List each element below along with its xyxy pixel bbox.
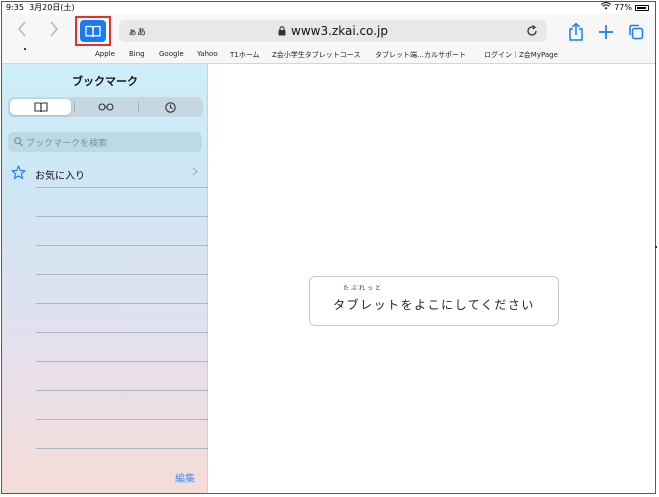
segment-divider bbox=[138, 102, 139, 112]
book-icon bbox=[33, 101, 48, 112]
address-bar[interactable]: ぁあ www3.zkai.co.jp bbox=[119, 20, 547, 42]
favorite-link[interactable]: ログイン｜Z会MyPage bbox=[484, 50, 558, 60]
url-display: www3.zkai.co.jp bbox=[119, 24, 547, 39]
sidebar-title: ブックマーク bbox=[72, 75, 138, 88]
share-button[interactable] bbox=[567, 22, 585, 42]
search-icon bbox=[14, 137, 23, 147]
battery-percent: 77% bbox=[614, 3, 632, 12]
search-placeholder: ブックマークを検索 bbox=[26, 139, 108, 149]
battery-icon bbox=[635, 5, 649, 11]
favorite-link[interactable]: Apple bbox=[95, 50, 115, 58]
edit-button[interactable]: 編集 bbox=[175, 470, 195, 485]
url-text: www3.zkai.co.jp bbox=[291, 24, 388, 38]
empty-row bbox=[2, 217, 208, 246]
empty-row bbox=[2, 304, 208, 333]
chevron-right-icon bbox=[192, 167, 198, 179]
bookmark-search-input[interactable]: ブックマークを検索 bbox=[8, 132, 202, 152]
tab-reading-list[interactable] bbox=[75, 99, 136, 115]
empty-row bbox=[2, 188, 208, 217]
sidebar-segmented-control bbox=[8, 97, 203, 117]
favorites-label: お気に入り bbox=[35, 171, 85, 182]
browser-toolbar: ぁあ www3.zkai.co.jp bbox=[2, 14, 655, 48]
favorite-link[interactable]: タブレット端…カルサポート bbox=[375, 50, 466, 60]
bookmarks-sidebar: ブックマーク ブックマークを検索 お気に入り 編集 bbox=[2, 64, 208, 493]
new-tab-button[interactable] bbox=[598, 22, 614, 42]
book-icon bbox=[80, 20, 106, 42]
glasses-icon bbox=[97, 103, 114, 111]
bookmark-list: お気に入り bbox=[2, 159, 208, 449]
empty-row bbox=[2, 333, 208, 362]
edge-mark bbox=[655, 246, 657, 248]
status-time: 9:35 3月20日(土) bbox=[6, 3, 75, 12]
favorite-link[interactable]: Google bbox=[159, 50, 184, 58]
empty-row bbox=[2, 362, 208, 391]
tabs-overview-button[interactable] bbox=[627, 22, 645, 42]
empty-row bbox=[2, 420, 208, 449]
share-icon bbox=[569, 22, 583, 41]
rotate-notice: たぶれっと タブレットをよこにしてください bbox=[309, 276, 559, 326]
plus-icon bbox=[599, 25, 613, 39]
status-indicators: 77% bbox=[601, 2, 649, 14]
chevron-right-icon bbox=[50, 21, 59, 37]
tab-history[interactable] bbox=[140, 99, 201, 115]
favorites-bar: Apple Bing Google Yahoo T1ホーム Z会小学生タブレット… bbox=[2, 48, 655, 64]
favorite-link[interactable]: T1ホーム bbox=[230, 50, 260, 60]
back-button[interactable] bbox=[12, 18, 32, 40]
empty-row bbox=[2, 275, 208, 304]
favorite-link[interactable]: Bing bbox=[129, 50, 145, 58]
sidebar-toggle-button[interactable] bbox=[75, 16, 111, 46]
dot-mark bbox=[24, 48, 26, 50]
favorite-link[interactable]: Yahoo bbox=[197, 50, 218, 58]
empty-row bbox=[2, 391, 208, 420]
wifi-icon bbox=[601, 2, 612, 14]
list-item-favorites[interactable]: お気に入り bbox=[2, 159, 208, 188]
browser-window: 9:35 3月20日(土) 77% ぁあ www3.zkai.co.jp App… bbox=[1, 1, 656, 494]
forward-button[interactable] bbox=[44, 18, 64, 40]
row-separator bbox=[36, 448, 208, 449]
status-bar: 9:35 3月20日(土) 77% bbox=[2, 2, 655, 14]
star-icon bbox=[11, 165, 26, 184]
web-content: たぶれっと タブレットをよこにしてください bbox=[208, 64, 655, 493]
tabs-icon bbox=[629, 24, 644, 40]
clock-icon bbox=[165, 101, 176, 113]
empty-row bbox=[2, 246, 208, 275]
notice-message: タブレットをよこにしてください bbox=[333, 298, 535, 312]
favorite-link[interactable]: Z会小学生タブレットコース bbox=[272, 50, 360, 60]
tab-bookmarks[interactable] bbox=[10, 99, 71, 115]
chevron-left-icon bbox=[17, 21, 26, 37]
reload-icon[interactable] bbox=[525, 23, 539, 37]
lock-icon bbox=[278, 25, 286, 39]
notice-furigana: たぶれっと bbox=[343, 285, 384, 292]
